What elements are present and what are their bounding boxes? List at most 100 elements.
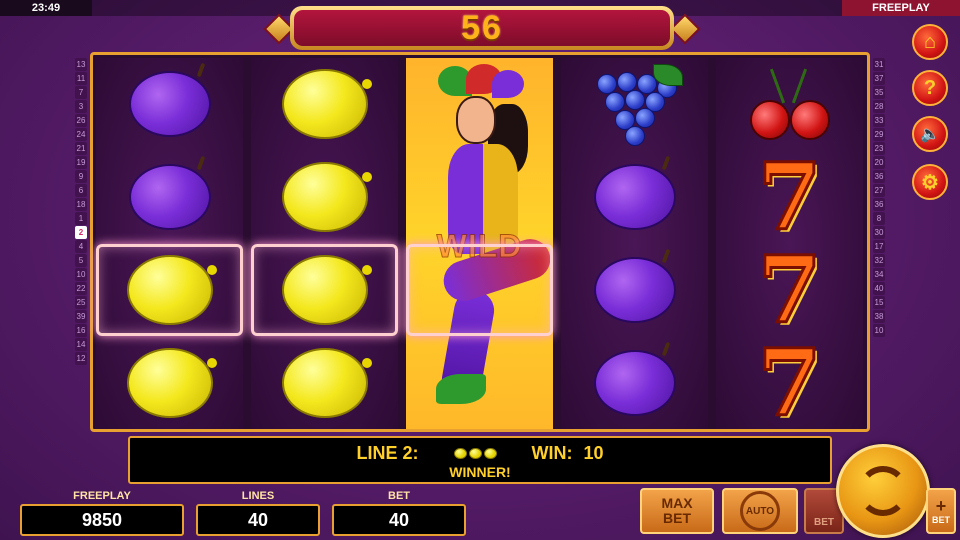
home-icon: ⌂ bbox=[923, 30, 937, 53]
line-number: 10 bbox=[75, 268, 87, 281]
line-number: 1 bbox=[75, 212, 87, 225]
grapes-icon bbox=[587, 64, 683, 146]
seven-icon: 7 bbox=[756, 329, 823, 437]
reel-cell bbox=[716, 58, 863, 150]
line-number: 36 bbox=[873, 170, 885, 183]
line-number: 12 bbox=[75, 352, 87, 365]
reel-3: WILD bbox=[406, 58, 556, 429]
line-number: 14 bbox=[75, 338, 87, 351]
win-counter: 56 bbox=[262, 4, 702, 52]
line-number: 40 bbox=[873, 282, 885, 295]
mute-icon: 🔈 bbox=[920, 126, 940, 143]
lemon-icon bbox=[281, 255, 372, 325]
reel-cell: 7 bbox=[716, 329, 863, 437]
lemon-combo-icon bbox=[453, 443, 498, 464]
lemon-icon bbox=[126, 348, 217, 418]
settings-button[interactable]: ⚙ bbox=[912, 164, 948, 200]
max-bet-button[interactable]: MAX BET bbox=[640, 488, 714, 534]
line-number: 33 bbox=[873, 114, 885, 127]
bet-value: 40 bbox=[332, 504, 466, 536]
line-number: 2 bbox=[75, 226, 87, 239]
win-counter-value: 56 bbox=[461, 8, 503, 47]
autoplay-icon: AUTO bbox=[740, 491, 780, 531]
line-number: 18 bbox=[75, 198, 87, 211]
win-highlight bbox=[406, 244, 553, 336]
line-number: 3 bbox=[75, 100, 87, 113]
line-number: 28 bbox=[873, 100, 885, 113]
line-number: 22 bbox=[75, 282, 87, 295]
help-icon: ? bbox=[923, 76, 937, 99]
win-value: 10 bbox=[583, 442, 604, 463]
line-number: 19 bbox=[75, 156, 87, 169]
reel-cell bbox=[561, 151, 708, 243]
bet-increase-button[interactable]: + BET bbox=[926, 488, 956, 534]
line-number: 13 bbox=[75, 58, 87, 71]
lines-stat: LINES 40 bbox=[196, 488, 320, 536]
line-number: 29 bbox=[873, 128, 885, 141]
line-number: 16 bbox=[75, 324, 87, 337]
line-number: 36 bbox=[873, 198, 885, 211]
diamond-ornament-icon bbox=[669, 13, 701, 45]
line-numbers-left: 13 11 7 3 26 24 21 19 9 6 18 1 2 4 5 10 22 25 39 16 14 12 bbox=[75, 58, 87, 366]
home-button[interactable]: ⌂ bbox=[912, 24, 948, 60]
reel-cell bbox=[251, 151, 398, 243]
line-number: 37 bbox=[873, 72, 885, 85]
line-number: 21 bbox=[75, 142, 87, 155]
reel-cell bbox=[251, 337, 398, 429]
reel-cell bbox=[561, 58, 708, 150]
reel-area: WILD 777 bbox=[90, 52, 870, 432]
plum-icon bbox=[593, 257, 676, 323]
autoplay-button[interactable]: AUTO bbox=[722, 488, 798, 534]
line-number: 27 bbox=[873, 184, 885, 197]
reel-cell bbox=[561, 337, 708, 429]
mode-label: FREEPLAY bbox=[842, 0, 960, 16]
line-number: 30 bbox=[873, 226, 885, 239]
reel-cell: 7 bbox=[716, 243, 863, 338]
spin-icon bbox=[858, 466, 908, 516]
help-button[interactable]: ? bbox=[912, 70, 948, 106]
line-numbers-right: 31 37 35 28 33 29 23 20 36 27 36 8 30 17 32 34 40 15 38 10 bbox=[873, 58, 885, 338]
spin-button[interactable] bbox=[836, 444, 930, 538]
reel-5: 777 bbox=[716, 58, 863, 437]
line-number: 4 bbox=[75, 240, 87, 253]
sound-button[interactable]: 🔈 bbox=[912, 116, 948, 152]
settings-icon: ⚙ bbox=[921, 171, 939, 194]
bet-stat: BET 40 bbox=[332, 488, 466, 536]
line-number: 20 bbox=[873, 156, 885, 169]
line-label: LINE 2: bbox=[356, 442, 419, 463]
line-number: 32 bbox=[873, 254, 885, 267]
win-info-bar: LINE 2: WIN: 10 WINNER! bbox=[128, 436, 832, 484]
line-number: 7 bbox=[75, 86, 87, 99]
plum-icon bbox=[128, 164, 211, 230]
lemon-icon bbox=[281, 348, 372, 418]
line-number: 26 bbox=[75, 114, 87, 127]
line-number: 23 bbox=[873, 142, 885, 155]
reel-cell bbox=[96, 151, 243, 243]
reel-4 bbox=[561, 58, 708, 429]
winner-message: WINNER! bbox=[449, 464, 511, 480]
line-number: 34 bbox=[873, 268, 885, 281]
plum-icon bbox=[593, 164, 676, 230]
cherries-icon bbox=[742, 64, 838, 144]
line-number: 9 bbox=[75, 170, 87, 183]
line-number: 25 bbox=[75, 296, 87, 309]
lemon-icon bbox=[281, 162, 372, 232]
line-number: 35 bbox=[873, 86, 885, 99]
reel-1 bbox=[96, 58, 243, 429]
bet-label: BET bbox=[388, 490, 410, 502]
line-number: 11 bbox=[75, 72, 87, 85]
freeplay-label: FREEPLAY bbox=[73, 490, 131, 502]
lemon-icon bbox=[126, 255, 217, 325]
win-label: WIN: bbox=[531, 442, 573, 463]
line-number: 39 bbox=[75, 310, 87, 323]
seven-icon: 7 bbox=[756, 143, 823, 251]
line-number: 17 bbox=[873, 240, 885, 253]
line-number: 8 bbox=[873, 212, 885, 225]
line-number: 10 bbox=[873, 324, 885, 337]
win-counter-frame: 56 bbox=[290, 6, 674, 50]
lines-label: LINES bbox=[241, 490, 275, 502]
lemon-icon bbox=[281, 69, 372, 139]
line-number: 38 bbox=[873, 310, 885, 323]
reel-2 bbox=[251, 58, 398, 429]
reel-cell bbox=[251, 58, 398, 150]
